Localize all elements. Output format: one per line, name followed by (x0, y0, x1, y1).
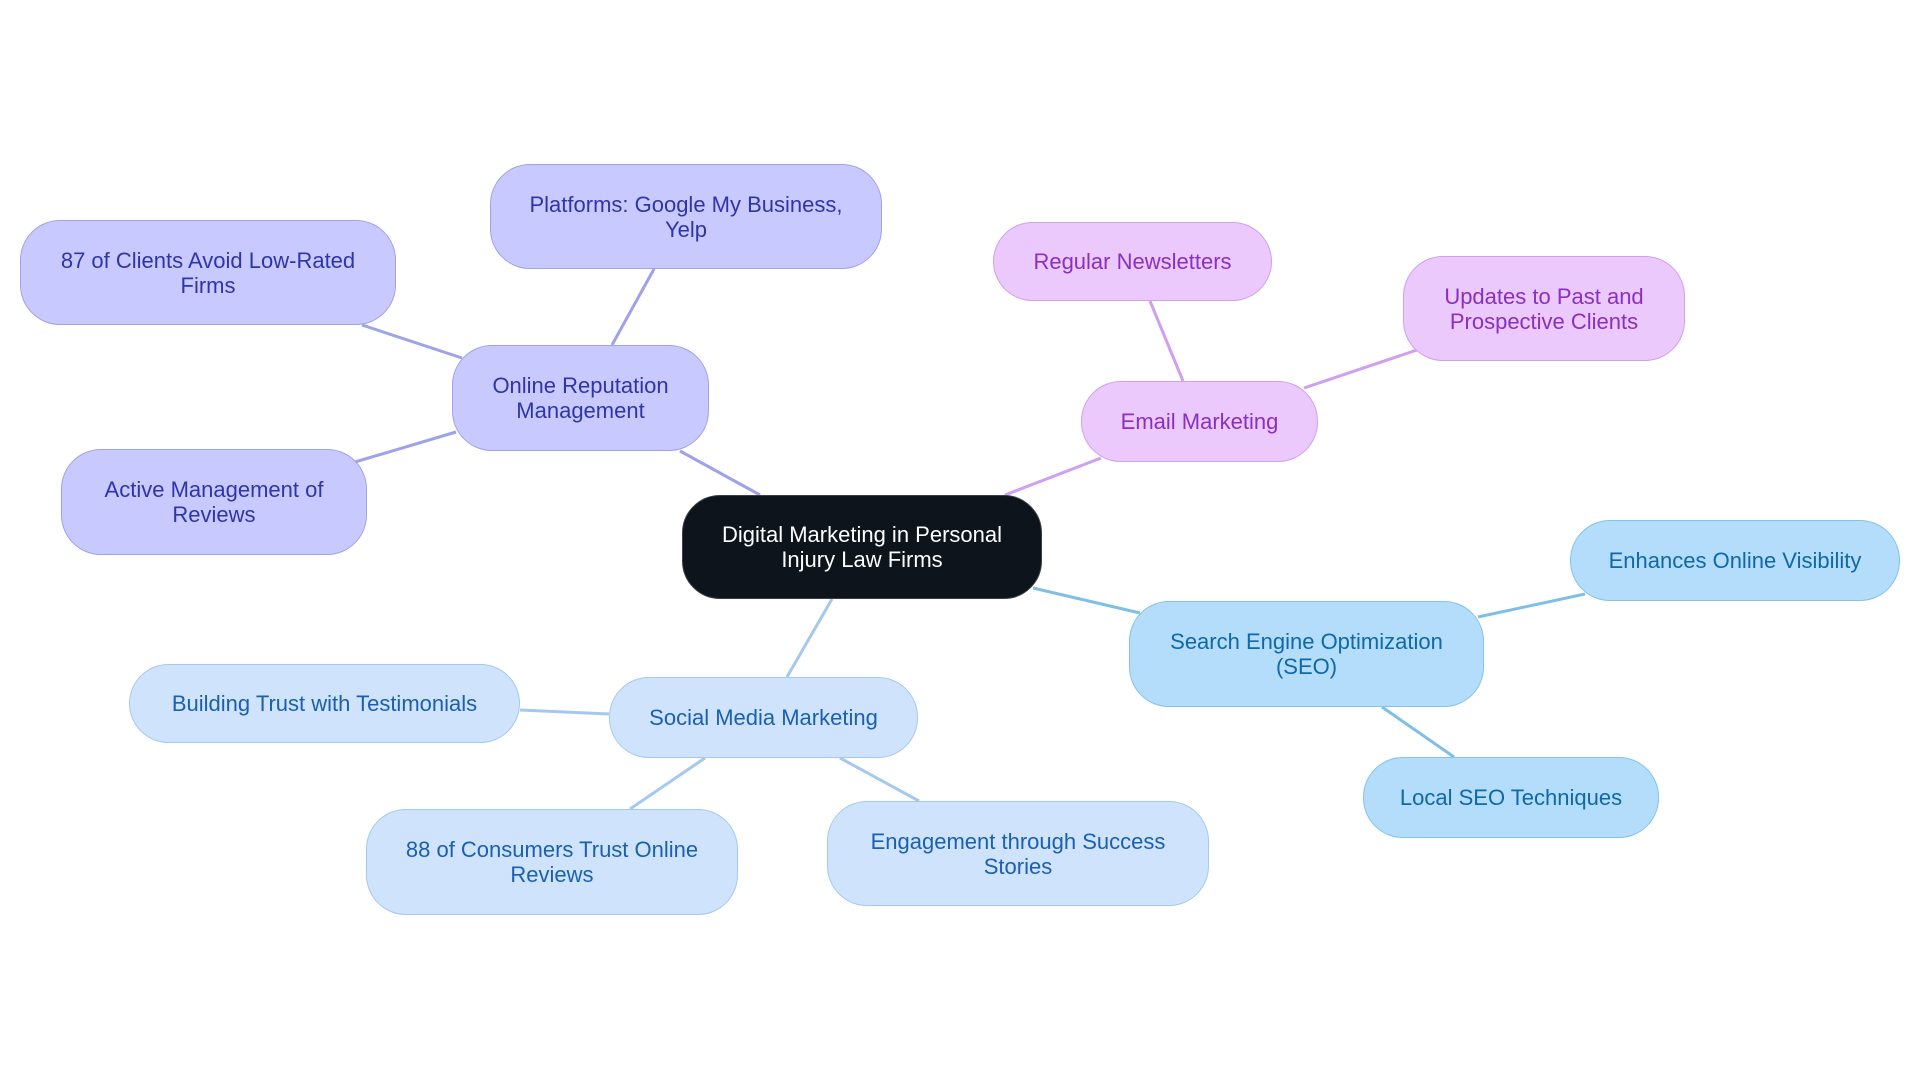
leaf-node-enhances-visibility[interactable]: Enhances Online Visibility (1570, 520, 1900, 601)
edge-orm-platforms (610, 268, 656, 346)
leaf-node-label: 87 of Clients Avoid Low-Rated Firms (60, 247, 356, 298)
branch-node-online-reputation-management[interactable]: Online Reputation Management (452, 345, 709, 451)
root-node[interactable]: Digital Marketing in Personal Injury Law… (682, 495, 1042, 599)
leaf-node-engagement-stories[interactable]: Engagement through Success Stories (827, 801, 1209, 906)
edge-root-email (1004, 456, 1102, 497)
branch-node-label: Social Media Marketing (649, 705, 878, 730)
edge-orm-active-management (354, 430, 457, 464)
leaf-node-88-consumers-trust[interactable]: 88 of Consumers Trust Online Reviews (366, 809, 738, 915)
leaf-node-label: Enhances Online Visibility (1608, 548, 1862, 573)
edge-root-orm (679, 449, 761, 497)
leaf-node-platforms[interactable]: Platforms: Google My Business, Yelp (490, 164, 882, 269)
branch-node-label: Online Reputation Management (492, 373, 669, 423)
branch-node-label: Search Engine Optimization (SEO) (1170, 629, 1443, 679)
branch-node-email-marketing[interactable]: Email Marketing (1081, 381, 1318, 462)
leaf-node-label: Building Trust with Testimonials (171, 691, 478, 716)
edge-root-smm (785, 598, 834, 678)
edge-root-seo (1032, 586, 1141, 615)
leaf-node-label: Regular Newsletters (1033, 249, 1232, 274)
leaf-node-regular-newsletters[interactable]: Regular Newsletters (993, 222, 1272, 301)
leaf-node-label: Engagement through Success Stories (870, 828, 1166, 879)
leaf-node-label: Local SEO Techniques (1399, 785, 1623, 810)
edge-email-newsletters (1148, 300, 1185, 382)
leaf-node-updates-clients[interactable]: Updates to Past and Prospective Clients (1403, 256, 1685, 361)
edge-smm-engagement (839, 756, 920, 803)
branch-node-seo[interactable]: Search Engine Optimization (SEO) (1129, 601, 1484, 707)
leaf-node-label: Platforms: Google My Business, Yelp (529, 191, 843, 242)
edge-seo-enhances (1477, 592, 1586, 619)
leaf-node-local-seo[interactable]: Local SEO Techniques (1363, 757, 1659, 838)
leaf-node-label: 88 of Consumers Trust Online Reviews (405, 837, 699, 887)
leaf-node-active-management[interactable]: Active Management of Reviews (61, 449, 367, 555)
edge-seo-local (1381, 705, 1455, 759)
leaf-node-building-trust[interactable]: Building Trust with Testimonials (129, 664, 520, 743)
root-node-label: Digital Marketing in Personal Injury Law… (721, 522, 1003, 572)
edge-orm-87-clients (361, 323, 463, 360)
branch-node-social-media-marketing[interactable]: Social Media Marketing (609, 677, 918, 758)
leaf-node-label: Updates to Past and Prospective Clients (1444, 283, 1644, 334)
edge-smm-testimonials (519, 708, 610, 716)
leaf-node-87-clients-avoid[interactable]: 87 of Clients Avoid Low-Rated Firms (20, 220, 396, 325)
edge-email-updates (1303, 348, 1418, 390)
edge-smm-88-consumers (629, 756, 706, 811)
branch-node-label: Email Marketing (1120, 409, 1279, 434)
leaf-node-label: Active Management of Reviews (104, 477, 324, 527)
